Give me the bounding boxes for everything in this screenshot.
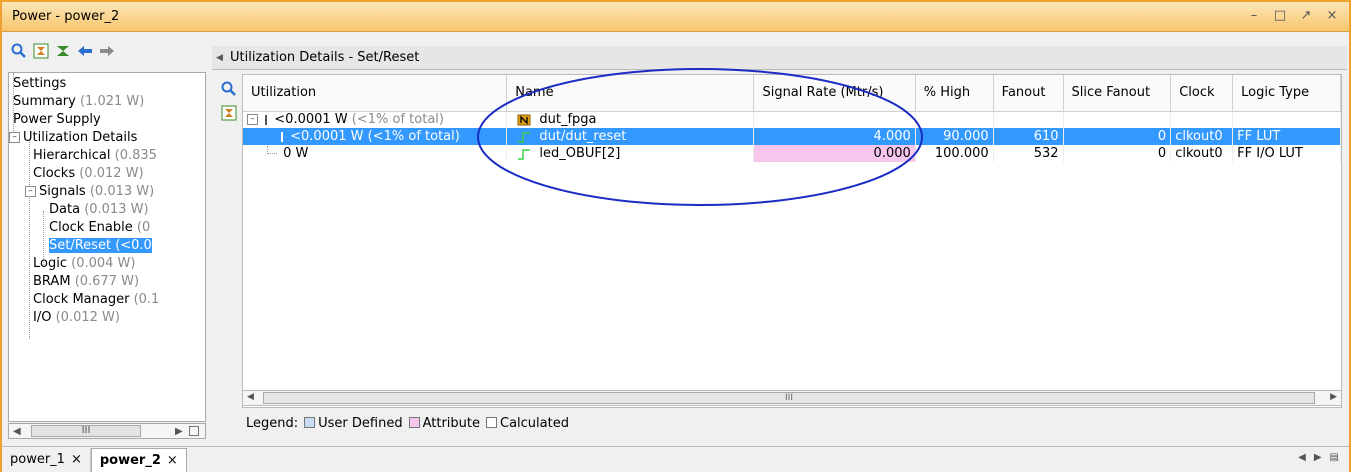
minimize-icon[interactable]: – xyxy=(1247,8,1261,23)
legend-swatch xyxy=(304,417,316,428)
power-window: Power - power_2 – □ ↗ × ◀ Setti xyxy=(0,0,1351,472)
scroll-thumb[interactable]: III xyxy=(263,392,1315,404)
tree-toolbar xyxy=(10,40,116,62)
legend-item-attribute: Attribute xyxy=(408,416,480,431)
scroll-right-icon[interactable]: ▶ xyxy=(1330,392,1337,402)
signal-icon xyxy=(518,148,531,160)
column-header-name[interactable]: Name xyxy=(506,75,755,112)
search-icon[interactable] xyxy=(10,42,28,60)
column-header-slice-fanout[interactable]: Slice Fanout xyxy=(1063,75,1172,112)
table-side-toolbar xyxy=(220,80,238,122)
legend-item-user-defined: User Defined xyxy=(304,416,403,431)
tab-power-2[interactable]: power_2 × xyxy=(90,447,187,472)
signal-icon xyxy=(518,131,531,143)
title-bar[interactable]: Power - power_2 – □ ↗ × xyxy=(2,2,1349,32)
tree-item-settings[interactable]: Settings xyxy=(13,74,66,92)
expand-all-icon[interactable] xyxy=(54,42,72,60)
tree-item-signals[interactable]: – Signals (0.013 W) xyxy=(25,182,154,200)
table-row[interactable]: 0 W led_OBUF[2] 0.000 100.000 532 0 clko… xyxy=(243,145,1341,162)
tree-item-bram[interactable]: BRAM (0.677 W) xyxy=(33,272,139,290)
table-row[interactable]: <0.0001 W (<1% of total) dut/dut_reset 4… xyxy=(243,128,1341,145)
expander-icon[interactable]: – xyxy=(247,114,258,126)
back-arrow-icon[interactable] xyxy=(76,42,94,60)
legend-item-calculated: Calculated xyxy=(486,416,569,431)
tree-item-power-supply[interactable]: Power Supply xyxy=(13,110,101,128)
legend-swatch xyxy=(486,417,497,428)
window-title: Power - power_2 xyxy=(12,9,120,24)
forward-arrow-icon[interactable] xyxy=(98,42,116,60)
tab-next-icon[interactable]: ▶ xyxy=(1314,452,1322,463)
close-tab-icon[interactable]: × xyxy=(167,453,178,468)
column-header-utilization[interactable]: Utilization xyxy=(243,75,508,112)
close-tab-icon[interactable]: × xyxy=(71,452,82,467)
tab-power-1[interactable]: power_1 × xyxy=(2,447,91,472)
column-header-clock[interactable]: Clock xyxy=(1170,75,1234,112)
scroll-thumb[interactable]: III xyxy=(31,425,141,437)
close-icon[interactable]: × xyxy=(1325,8,1339,23)
tree-item-logic[interactable]: Logic (0.004 W) xyxy=(33,254,135,272)
collapse-arrow-icon[interactable]: ◀ xyxy=(216,53,223,63)
scroll-left-icon[interactable]: ◀ xyxy=(247,392,254,402)
table-row[interactable]: – <0.0001 W (<1% of total) dut_fpga xyxy=(243,111,1341,128)
column-header-signal-rate[interactable]: Signal Rate (Mtr/s) xyxy=(753,75,916,112)
expander-icon[interactable]: – xyxy=(25,185,36,197)
column-header-percent-high[interactable]: % High xyxy=(915,75,994,112)
maximize-icon[interactable]: □ xyxy=(1273,8,1287,23)
collapse-all-icon[interactable] xyxy=(220,104,238,122)
window-controls: – □ ↗ × xyxy=(1247,8,1339,23)
tab-prev-icon[interactable]: ◀ xyxy=(1298,452,1306,463)
column-header-logic-type[interactable]: Logic Type xyxy=(1232,75,1341,112)
scroll-left-icon[interactable]: ◀ xyxy=(13,426,21,437)
legend-swatch xyxy=(408,417,420,428)
tree-item-io[interactable]: I/O (0.012 W) xyxy=(33,308,120,326)
section-title: Utilization Details - Set/Reset xyxy=(230,50,420,65)
utilization-table: Utilization Name Signal Rate (Mtr/s) % H… xyxy=(242,74,1342,408)
search-icon[interactable] xyxy=(220,80,238,98)
restore-icon[interactable]: ↗ xyxy=(1299,8,1313,23)
legend-label: Legend: xyxy=(246,416,299,431)
tree-item-hierarchical[interactable]: Hierarchical (0.835 xyxy=(33,146,157,164)
section-header: ◀ Utilization Details - Set/Reset xyxy=(212,46,1347,70)
tree-item-data[interactable]: Data (0.013 W) xyxy=(49,200,149,218)
tree-item-clock-enable[interactable]: Clock Enable (0 xyxy=(49,218,150,236)
tab-bar: power_1 × power_2 × ◀ ▶ ▤ xyxy=(2,446,1349,472)
tab-list-icon[interactable]: ▤ xyxy=(1330,452,1339,463)
corner-box-icon xyxy=(189,426,199,436)
legend: Legend: User Defined Attribute Calculate… xyxy=(246,416,569,431)
tab-navigation: ◀ ▶ ▤ xyxy=(1298,452,1339,463)
column-header-fanout[interactable]: Fanout xyxy=(993,75,1064,112)
tree-item-clocks[interactable]: Clocks (0.012 W) xyxy=(33,164,144,182)
scroll-right-icon[interactable]: ▶ xyxy=(175,426,183,437)
table-horizontal-scrollbar[interactable]: ◀ III ▶ xyxy=(242,390,1342,406)
navigation-tree: Settings Summary (1.021 W) Power Supply … xyxy=(8,72,206,422)
tree-item-utilization-details[interactable]: – Utilization Details xyxy=(9,128,137,146)
expander-icon[interactable]: – xyxy=(9,131,20,143)
tree-horizontal-scrollbar[interactable]: ◀ III ▶ xyxy=(8,423,206,439)
collapse-all-icon[interactable] xyxy=(32,42,50,60)
tree-item-summary[interactable]: Summary (1.021 W) xyxy=(13,92,144,110)
module-icon xyxy=(517,114,531,126)
tree-item-clock-manager[interactable]: Clock Manager (0.1 xyxy=(33,290,159,308)
power-bar-icon xyxy=(265,114,268,125)
power-bar-icon xyxy=(281,131,283,142)
tree-item-set-reset[interactable]: Set/Reset (<0.0 xyxy=(49,236,152,254)
